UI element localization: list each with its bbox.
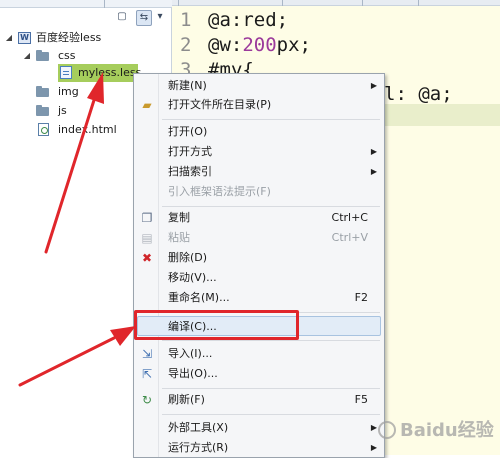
baidu-paw-icon [378,421,396,439]
arrow-to-compile [18,326,136,387]
annotation-arrows [18,72,136,387]
watermark: Baidu经验 [378,416,498,448]
arrow-to-file [44,72,104,254]
